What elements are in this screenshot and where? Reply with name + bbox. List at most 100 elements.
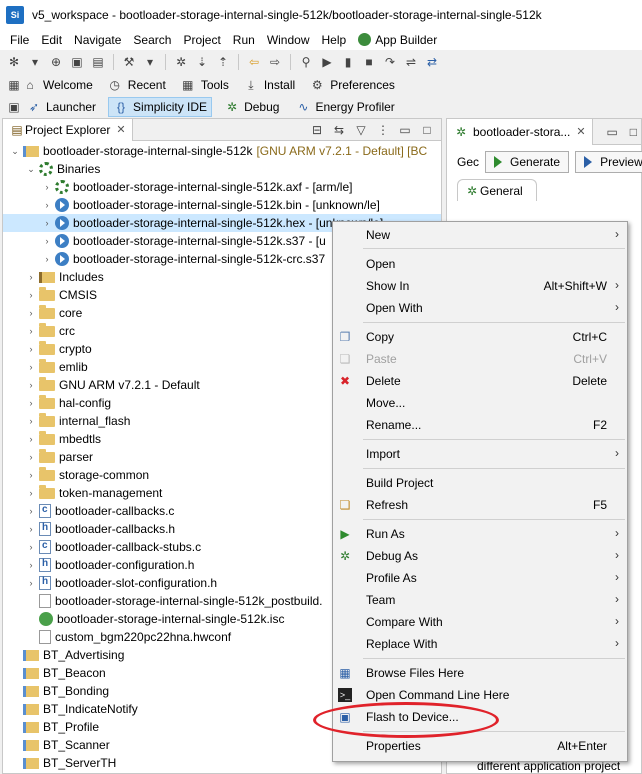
close-icon[interactable]: ✕	[116, 123, 125, 136]
menu-item-import[interactable]: Import ›	[333, 443, 627, 465]
menu-item-team[interactable]: Team ›	[333, 589, 627, 611]
expand-arrow-icon[interactable]: ›	[25, 488, 37, 498]
editor-tab[interactable]: ✲ bootloader-stora... ✕	[447, 118, 593, 145]
expand-arrow-icon[interactable]: ›	[25, 272, 37, 282]
expand-arrow-icon[interactable]: ›	[25, 578, 37, 588]
menu-app-builder[interactable]: App Builder	[352, 33, 443, 47]
pin-editor-icon[interactable]: ⚲	[298, 54, 314, 70]
preferences-button[interactable]: ⚙ Preferences	[309, 77, 395, 93]
expand-arrow-icon[interactable]: ›	[25, 452, 37, 462]
install-button[interactable]: ⤓ Install	[243, 77, 295, 93]
expand-arrow-icon[interactable]: ›	[25, 290, 37, 300]
menu-item-open[interactable]: Open	[333, 253, 627, 275]
menu-run[interactable]: Run	[227, 33, 261, 47]
expand-arrow-icon[interactable]: ›	[41, 200, 53, 210]
menu-file[interactable]: File	[4, 33, 35, 47]
new-dropdown-icon[interactable]: ▾	[27, 54, 43, 70]
next-annotation-icon[interactable]: ⇣	[194, 54, 210, 70]
preview-button[interactable]: Preview	[575, 151, 642, 173]
menu-item-delete[interactable]: ✖ Delete Delete	[333, 370, 627, 392]
menu-search[interactable]: Search	[127, 33, 177, 47]
perspective-launcher[interactable]: ➶ Launcher	[22, 98, 100, 116]
resume-icon[interactable]: ▶	[319, 54, 335, 70]
menu-item-open-with[interactable]: Open With ›	[333, 297, 627, 319]
sync-icon[interactable]: ⇄	[424, 54, 440, 70]
expand-arrow-icon[interactable]: ›	[25, 506, 37, 516]
perspective-energy-profiler[interactable]: ∿ Energy Profiler	[291, 98, 398, 116]
expand-arrow-icon[interactable]: ›	[25, 524, 37, 534]
menu-item-build-project[interactable]: Build Project	[333, 472, 627, 494]
menu-edit[interactable]: Edit	[35, 33, 68, 47]
link-editor-icon[interactable]: ⇆	[331, 122, 347, 138]
expand-arrow-icon[interactable]: ›	[25, 344, 37, 354]
minimize-icon[interactable]: ▭	[397, 122, 413, 138]
menu-item-debug-as[interactable]: ✲ Debug As ›	[333, 545, 627, 567]
menu-item-refresh[interactable]: ❏ Refresh F5	[333, 494, 627, 516]
generate-button[interactable]: Generate	[485, 151, 570, 173]
expand-arrow-icon[interactable]: ›	[25, 470, 37, 480]
menu-project[interactable]: Project	[177, 33, 226, 47]
build-icon[interactable]: ⚒	[121, 54, 137, 70]
new-project-icon[interactable]: ⊕	[48, 54, 64, 70]
maximize-icon[interactable]: □	[419, 122, 435, 138]
tree-item[interactable]: ⌄ Binaries	[3, 160, 441, 178]
maximize-icon[interactable]: □	[626, 124, 641, 140]
menu-item-new[interactable]: New ›	[333, 224, 627, 246]
gear-build-icon[interactable]: ✻	[6, 54, 22, 70]
menu-item-replace-with[interactable]: Replace With ›	[333, 633, 627, 655]
menu-item-rename[interactable]: Rename... F2	[333, 414, 627, 436]
expand-arrow-icon[interactable]: ›	[41, 236, 53, 246]
menu-item-run-as[interactable]: ▶ Run As ›	[333, 523, 627, 545]
save-icon[interactable]: ▣	[69, 54, 85, 70]
menu-item-profile-as[interactable]: Profile As ›	[333, 567, 627, 589]
menu-help[interactable]: Help	[316, 33, 353, 47]
expand-arrow-icon[interactable]: ›	[41, 182, 53, 192]
tools-button[interactable]: ▦ Tools	[180, 77, 229, 93]
tree-item[interactable]: › bootloader-storage-internal-single-512k…	[3, 178, 441, 196]
menu-item-show-in[interactable]: Show In Alt+Shift+W ›	[333, 275, 627, 297]
project-explorer-tab[interactable]: ▤ Project Explorer ✕	[3, 118, 133, 141]
menu-item-compare-with[interactable]: Compare With ›	[333, 611, 627, 633]
expand-arrow-icon[interactable]: ›	[25, 398, 37, 408]
minimize-icon[interactable]: ▭	[605, 124, 620, 140]
expand-arrow-icon[interactable]: ›	[25, 326, 37, 336]
expand-arrow-icon[interactable]: ›	[25, 416, 37, 426]
back-arrow-icon[interactable]: ⇦	[246, 54, 262, 70]
perspective-simplicity-ide[interactable]: {} Simplicity IDE	[108, 97, 213, 117]
debug-config-icon[interactable]: ✲	[173, 54, 189, 70]
build-dropdown-icon[interactable]: ▾	[142, 54, 158, 70]
tree-item[interactable]: ⌄ bootloader-storage-internal-single-512k…	[3, 142, 441, 160]
close-icon[interactable]: ✕	[576, 125, 585, 138]
save-all-icon[interactable]: ▤	[90, 54, 106, 70]
recent-button[interactable]: ◷ Recent	[107, 77, 166, 93]
expand-arrow-icon[interactable]: ›	[25, 380, 37, 390]
filter-icon[interactable]: ▽	[353, 122, 369, 138]
view-menu-icon[interactable]: ⋮	[375, 122, 391, 138]
menu-item-properties[interactable]: Properties Alt+Enter	[333, 735, 627, 757]
welcome-button[interactable]: ⌂ Welcome	[22, 77, 92, 93]
expand-arrow-icon[interactable]: ›	[25, 308, 37, 318]
general-tab[interactable]: ✲ General	[457, 179, 537, 201]
connect-icon[interactable]: ⇌	[403, 54, 419, 70]
forward-arrow-icon[interactable]: ⇨	[267, 54, 283, 70]
menu-item-browse-files-here[interactable]: ▦ Browse Files Here	[333, 662, 627, 684]
step-icon[interactable]: ↷	[382, 54, 398, 70]
collapse-arrow-icon[interactable]: ⌄	[25, 164, 37, 175]
expand-arrow-icon[interactable]: ›	[25, 542, 37, 552]
perspective-debug[interactable]: ✲ Debug	[220, 98, 283, 116]
collapse-all-icon[interactable]: ⊟	[309, 122, 325, 138]
perspective-layout-icon[interactable]: ▦	[6, 77, 22, 93]
expand-arrow-icon[interactable]: ›	[25, 362, 37, 372]
expand-arrow-icon[interactable]: ›	[41, 254, 53, 264]
collapse-arrow-icon[interactable]: ⌄	[9, 146, 21, 157]
expand-arrow-icon[interactable]: ›	[25, 560, 37, 570]
menu-window[interactable]: Window	[261, 33, 316, 47]
expand-arrow-icon[interactable]: ›	[25, 434, 37, 444]
menu-navigate[interactable]: Navigate	[68, 33, 127, 47]
suspend-icon[interactable]: ▮	[340, 54, 356, 70]
prev-annotation-icon[interactable]: ⇡	[215, 54, 231, 70]
menu-item-copy[interactable]: ❐ Copy Ctrl+C	[333, 326, 627, 348]
open-perspective-icon[interactable]: ▣	[6, 99, 22, 115]
terminate-icon[interactable]: ■	[361, 54, 377, 70]
menu-item-move[interactable]: Move...	[333, 392, 627, 414]
